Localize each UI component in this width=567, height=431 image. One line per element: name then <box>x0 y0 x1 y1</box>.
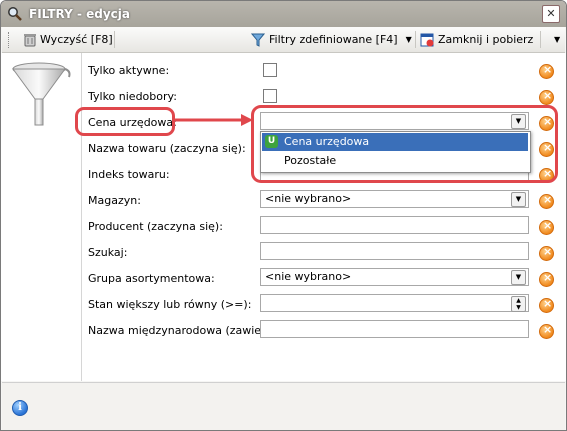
filter-dialog-window: FILTRY - edycja ✕ Wyczyść [F8] Filtry zd… <box>0 0 567 431</box>
label-assortment-group: Grupa asortymentowa: <box>88 272 215 285</box>
label-only-shortages: Tylko niedobory: <box>88 90 177 103</box>
international-name-input[interactable] <box>260 320 529 338</box>
clear-button[interactable]: Wyczyść [F8] <box>24 30 113 49</box>
highlight-label-frame <box>75 107 175 136</box>
annotation-arrow-icon <box>175 114 253 126</box>
producer-input[interactable] <box>260 216 529 234</box>
toolbar-overflow-icon[interactable]: ▼ <box>554 35 560 44</box>
label-warehouse: Magazyn: <box>88 194 141 207</box>
window-title: FILTRY - edycja <box>29 7 130 21</box>
toolbar-separator <box>540 31 541 48</box>
close-and-fetch-label: Zamknij i pobierz <box>438 33 534 46</box>
clear-warehouse-icon[interactable] <box>539 193 554 209</box>
clear-assortment-group-icon[interactable] <box>539 271 554 287</box>
warehouse-select[interactable]: <nie wybrano> ▼ <box>260 190 529 208</box>
only-shortages-checkbox[interactable] <box>263 89 277 103</box>
clear-only-shortages-icon[interactable] <box>539 89 554 105</box>
toolbar: Wyczyść [F8] Filtry zdefiniowane [F4] ▼ … <box>2 27 565 53</box>
label-search: Szukaj: <box>88 246 128 259</box>
assortment-group-select[interactable]: <nie wybrano> ▼ <box>260 268 529 286</box>
label-only-active: Tylko aktywne: <box>88 64 170 77</box>
clear-stock-gte-icon[interactable] <box>539 297 554 313</box>
title-bar[interactable]: FILTRY - edycja ✕ <box>1 1 566 27</box>
close-window-button[interactable]: ✕ <box>542 5 560 23</box>
chevron-up-icon[interactable]: ▲ <box>512 297 525 304</box>
close-fetch-icon <box>420 33 434 46</box>
side-panel <box>1 53 82 381</box>
clear-button-label: Wyczyść [F8] <box>40 33 113 46</box>
filter-icon <box>251 33 265 47</box>
chevron-down-icon[interactable]: ▼ <box>512 304 525 311</box>
stock-gte-spinner[interactable]: ▲ ▼ <box>260 294 529 312</box>
only-active-checkbox[interactable] <box>263 63 277 77</box>
label-producer: Producent (zaczyna się): <box>88 220 223 233</box>
chevron-down-icon: ▼ <box>405 35 412 44</box>
clear-search-icon[interactable] <box>539 245 554 261</box>
search-input[interactable] <box>260 242 529 260</box>
label-product-name: Nazwa towaru (zaczyna się): <box>88 142 246 155</box>
chevron-down-icon[interactable]: ▼ <box>511 192 526 207</box>
toolbar-grip[interactable] <box>8 32 12 48</box>
highlight-dropdown-frame <box>251 105 558 183</box>
toolbar-separator <box>114 31 115 48</box>
info-icon[interactable]: i <box>12 400 28 416</box>
clear-only-active-icon[interactable] <box>539 63 554 79</box>
warehouse-value: <nie wybrano> <box>265 192 352 205</box>
search-icon <box>8 7 22 21</box>
defined-filters-label: Filtry zdefiniowane [F4] <box>269 33 398 46</box>
clear-international-name-icon[interactable] <box>539 323 554 339</box>
label-stock-gte: Stan większy lub równy (>=): <box>88 298 252 311</box>
trash-can-icon <box>24 33 36 46</box>
status-bar: i <box>2 382 565 430</box>
defined-filters-button[interactable]: Filtry zdefiniowane [F4] ▼ <box>251 30 412 49</box>
label-product-index: Indeks towaru: <box>88 168 170 181</box>
label-international-name: Nazwa międzynarodowa (zawiera): <box>88 324 281 337</box>
chevron-down-icon[interactable]: ▼ <box>511 270 526 285</box>
close-and-fetch-button[interactable]: Zamknij i pobierz <box>420 30 533 49</box>
funnel-icon <box>12 62 71 126</box>
assortment-group-value: <nie wybrano> <box>265 270 352 283</box>
spinner-buttons[interactable]: ▲ ▼ <box>511 296 526 312</box>
toolbar-separator <box>415 31 416 48</box>
clear-producer-icon[interactable] <box>539 219 554 235</box>
